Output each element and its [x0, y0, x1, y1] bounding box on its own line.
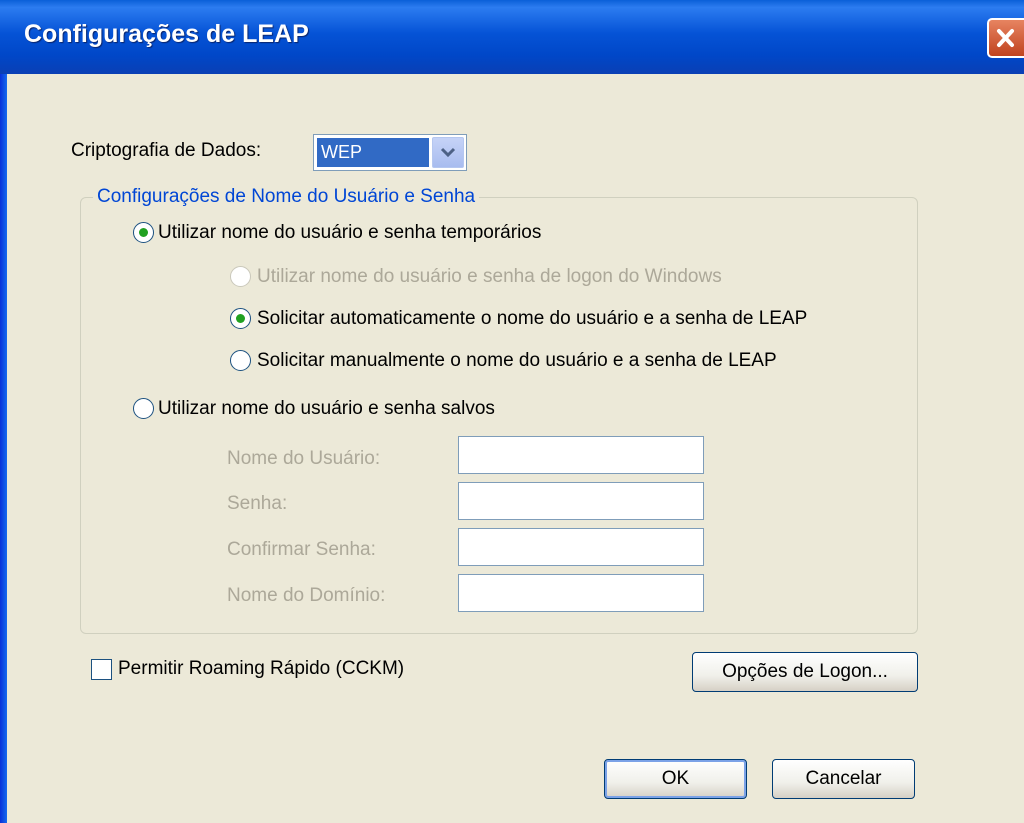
- encryption-dropdown[interactable]: WEP: [313, 134, 467, 171]
- leap-settings-dialog: Configurações de LEAP Criptografia de Da…: [0, 0, 1024, 823]
- encryption-label: Criptografia de Dados:: [71, 140, 262, 161]
- password-label: Senha:: [227, 493, 288, 514]
- radio-windows-logon[interactable]: [230, 266, 251, 287]
- radio-prompt-automatic-label[interactable]: Solicitar automaticamente o nome do usuá…: [257, 308, 807, 330]
- dropdown-arrow-button[interactable]: [432, 137, 464, 168]
- close-icon: [997, 29, 1014, 47]
- radio-prompt-manual[interactable]: [230, 350, 251, 371]
- username-input[interactable]: [458, 436, 704, 474]
- domain-input[interactable]: [458, 574, 704, 612]
- radio-prompt-automatic[interactable]: [230, 308, 251, 329]
- encryption-selected-value: WEP: [317, 138, 429, 167]
- credentials-group-label: Configurações de Nome do Usuário e Senha: [93, 186, 480, 208]
- domain-label: Nome do Domínio:: [227, 585, 386, 606]
- password-input[interactable]: [458, 482, 704, 520]
- radio-saved-label[interactable]: Utilizar nome do usuário e senha salvos: [158, 398, 495, 420]
- window-title: Configurações de LEAP: [24, 20, 309, 48]
- confirm-password-label: Confirmar Senha:: [227, 539, 376, 560]
- confirm-password-input[interactable]: [458, 528, 704, 566]
- close-button[interactable]: [987, 18, 1024, 58]
- radio-temporary-credentials[interactable]: [133, 222, 154, 243]
- ok-button[interactable]: OK: [604, 759, 747, 799]
- username-label: Nome do Usuário:: [227, 448, 381, 469]
- radio-windows-logon-label[interactable]: Utilizar nome do usuário e senha de logo…: [257, 266, 722, 288]
- window-frame-left: [0, 74, 7, 823]
- fast-roaming-checkbox[interactable]: [91, 659, 112, 680]
- fast-roaming-label[interactable]: Permitir Roaming Rápido (CCKM): [118, 658, 404, 680]
- radio-prompt-manual-label[interactable]: Solicitar manualmente o nome do usuário …: [257, 350, 777, 372]
- radio-saved-credentials[interactable]: [133, 398, 154, 419]
- radio-selected-dot: [236, 314, 245, 323]
- dialog-content: Criptografia de Dados: WEP Configurações…: [7, 74, 1024, 823]
- chevron-down-icon: [440, 147, 456, 158]
- radio-temporary-label[interactable]: Utilizar nome do usuário e senha temporá…: [158, 222, 541, 244]
- radio-selected-dot: [139, 228, 148, 237]
- title-bar[interactable]: Configurações de LEAP: [0, 0, 1024, 74]
- cancel-button[interactable]: Cancelar: [772, 759, 915, 799]
- logon-options-button[interactable]: Opções de Logon...: [692, 652, 918, 692]
